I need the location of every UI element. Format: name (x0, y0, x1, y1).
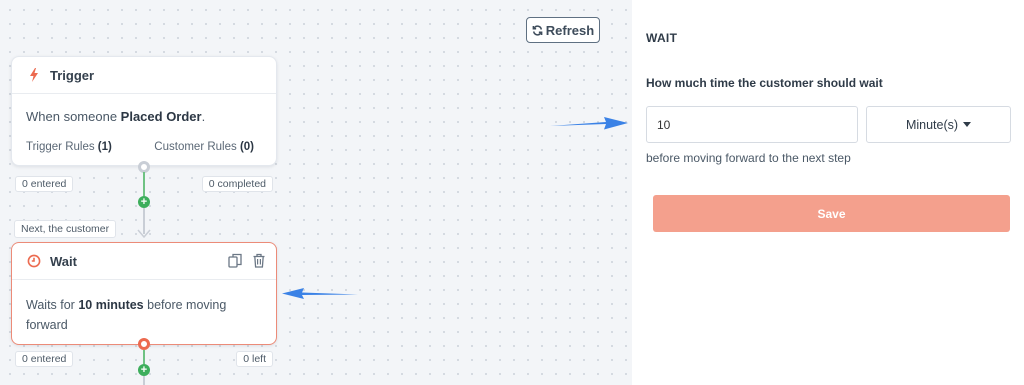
save-button[interactable]: Save (653, 195, 1010, 232)
connector-line (143, 376, 145, 385)
wait-entered-badge: 0 entered (15, 351, 74, 367)
wait-settings-panel: WAIT How much time the customer should w… (632, 0, 1024, 385)
refresh-label: Refresh (545, 22, 595, 38)
lightning-icon (26, 68, 42, 82)
caret-down-icon (963, 122, 972, 127)
wait-output-port[interactable] (138, 338, 150, 350)
trigger-rules-link[interactable]: Trigger Rules (1) (26, 141, 112, 153)
wait-time-input[interactable] (646, 106, 858, 143)
connector-line (143, 172, 145, 196)
add-step-button[interactable]: + (138, 364, 150, 376)
wait-node[interactable]: Wait Waits for 10 minutes before moving … (11, 242, 277, 345)
wait-time-label: How much time the customer should wait (646, 76, 883, 90)
trigger-title: Trigger (50, 67, 95, 83)
time-unit-dropdown[interactable]: Minute(s) (866, 106, 1011, 143)
trigger-completed-badge: 0 completed (201, 176, 273, 192)
annotation-arrow-right (550, 117, 628, 130)
trigger-description: When someone Placed Order. (26, 109, 206, 124)
wait-hint-text: before moving forward to the next step (646, 151, 851, 165)
add-step-button[interactable]: + (138, 196, 150, 208)
wait-description: Waits for 10 minutes before moving forwa… (26, 298, 227, 332)
trigger-node[interactable]: Trigger When someone Placed Order. Trigg… (11, 56, 277, 166)
next-step-label: Next, the customer (14, 220, 117, 238)
customer-rules-link[interactable]: Customer Rules (0) (154, 141, 254, 153)
copy-icon[interactable] (228, 253, 242, 268)
trigger-entered-badge: 0 entered (15, 176, 74, 192)
wait-amount: 10 minutes (78, 298, 144, 312)
time-unit-value: Minute(s) (905, 117, 959, 132)
clock-icon (26, 254, 42, 268)
panel-title: WAIT (646, 31, 678, 45)
trigger-event: Placed Order (120, 109, 202, 124)
annotation-arrow-left (282, 288, 358, 299)
refresh-button[interactable]: Refresh (526, 17, 600, 43)
connector-arrow-icon (137, 229, 151, 239)
trash-icon[interactable] (252, 253, 266, 268)
connector-line (143, 350, 145, 364)
refresh-icon (532, 25, 543, 35)
wait-left-badge: 0 left (236, 351, 273, 367)
workflow-canvas: Refresh Trigger When someone Placed Orde… (0, 0, 632, 385)
trigger-node-header: Trigger (12, 57, 276, 94)
wait-title: Wait (50, 253, 77, 269)
